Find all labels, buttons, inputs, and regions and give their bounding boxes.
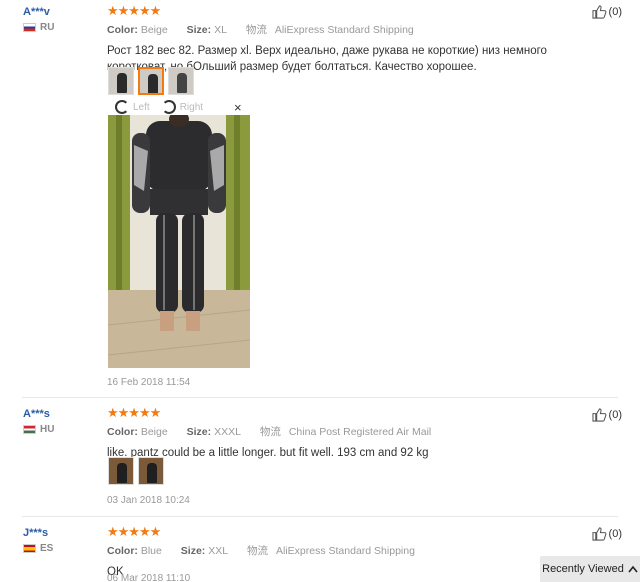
star-rating: ★★★★★	[107, 3, 161, 18]
color-label: Color:	[107, 24, 138, 36]
flag-ru-icon	[23, 23, 36, 32]
size-value: XL	[214, 24, 227, 36]
rotate-left-icon[interactable]	[115, 100, 129, 114]
review-photo-image	[108, 115, 250, 368]
review-photo-large	[108, 115, 250, 368]
shipping-label: 物流	[247, 545, 268, 557]
reviewer-country: RU	[23, 22, 54, 33]
order-info: Color: Beige Size: XL 物流 AliExpress Stand…	[107, 22, 607, 37]
color-label: Color:	[107, 426, 138, 438]
review-divider	[22, 516, 618, 517]
photo-thumbnail[interactable]	[108, 67, 134, 95]
thumbs-up-icon	[592, 527, 606, 541]
size-value: XXXL	[214, 426, 241, 438]
photo-thumbnails	[108, 457, 164, 485]
close-viewer-button[interactable]: ×	[234, 100, 242, 115]
image-viewer-toolbar: Left Right	[115, 100, 203, 114]
flag-hu-icon	[23, 425, 36, 434]
shipping-value: China Post Registered Air Mail	[288, 426, 432, 438]
review-2-user: A***s HU	[23, 408, 54, 435]
recently-viewed-button[interactable]: Recently Viewed	[540, 556, 640, 582]
country-code: HU	[40, 424, 55, 435]
helpful-button[interactable]: (0)	[592, 408, 622, 422]
shipping-label: 物流	[259, 426, 281, 438]
helpful-count: (0)	[608, 528, 622, 540]
size-value: XXL	[208, 545, 229, 557]
size-label: Size:	[186, 24, 212, 36]
reviewer-name[interactable]: J***s	[23, 527, 53, 539]
color-value: Beige	[140, 426, 168, 438]
color-label: Color:	[107, 545, 138, 557]
review-3-content: ★★★★★ Color: Blue Size: XXL 物流 AliExpress…	[107, 525, 607, 580]
shipping-value: AliExpress Standard Shipping	[274, 24, 414, 36]
helpful-button[interactable]: (0)	[592, 527, 622, 541]
helpful-count: (0)	[608, 409, 622, 421]
photo-thumbnail-selected[interactable]	[138, 67, 164, 95]
review-date: 06 Mar 2018 11:10	[107, 573, 191, 582]
color-value: Beige	[140, 24, 168, 36]
order-info: Color: Blue Size: XXL 物流 AliExpress Stand…	[107, 543, 607, 558]
review-2-content: ★★★★★ Color: Beige Size: XXXL 物流 China Po…	[107, 406, 607, 461]
review-text: like. pantz could be a little longer. bu…	[107, 447, 429, 459]
shipping-label: 物流	[245, 24, 267, 36]
order-info: Color: Beige Size: XXXL 物流 China Post Reg…	[107, 424, 607, 439]
rotate-left-label[interactable]: Left	[133, 102, 150, 113]
feedback-page: A***v RU ★★★★★ Color: Beige Size: XL 物流 A…	[0, 0, 640, 582]
review-date: 16 Feb 2018 11:54	[107, 377, 191, 388]
country-code: ES	[40, 543, 54, 554]
photo-thumbnails	[108, 67, 194, 95]
shipping-value: AliExpress Standard Shipping	[276, 545, 415, 557]
review-divider	[22, 397, 618, 398]
country-code: RU	[40, 22, 55, 33]
reviewer-name[interactable]: A***s	[23, 408, 54, 420]
helpful-count: (0)	[608, 6, 622, 18]
photo-thumbnail[interactable]	[138, 457, 164, 485]
reviewer-country: ES	[23, 543, 53, 554]
star-rating: ★★★★★	[107, 524, 161, 539]
star-rating: ★★★★★	[107, 405, 161, 420]
size-label: Size:	[186, 426, 212, 438]
review-date: 03 Jan 2018 10:24	[107, 495, 190, 506]
reviewer-name[interactable]: A***v	[23, 6, 54, 18]
flag-es-icon	[23, 544, 36, 553]
rotate-right-icon[interactable]	[161, 100, 176, 114]
size-label: Size:	[180, 545, 206, 557]
color-value: Blue	[140, 545, 162, 557]
review-3-user: J***s ES	[23, 527, 53, 554]
reviewer-country: HU	[23, 424, 54, 435]
review-1-user: A***v RU	[23, 6, 54, 33]
photo-thumbnail[interactable]	[168, 67, 194, 95]
rotate-right-label[interactable]: Right	[180, 102, 203, 113]
thumbs-up-icon	[592, 408, 606, 422]
review-1-content: ★★★★★ Color: Beige Size: XL 物流 AliExpress…	[107, 4, 607, 75]
thumbs-up-icon	[592, 5, 606, 19]
chevron-up-icon	[628, 565, 638, 573]
recently-viewed-label: Recently Viewed	[542, 563, 624, 575]
photo-thumbnail[interactable]	[108, 457, 134, 485]
helpful-button[interactable]: (0)	[592, 5, 622, 19]
